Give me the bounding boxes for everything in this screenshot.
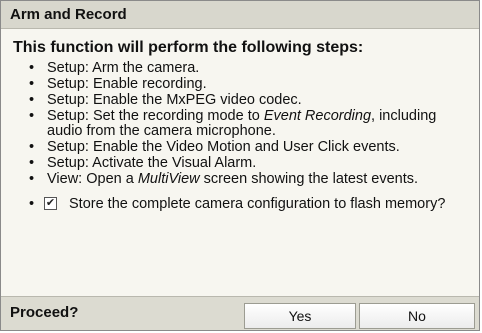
list-item: • Setup: Enable the Video Motion and Use… — [29, 139, 467, 155]
bullet-icon: • — [29, 76, 35, 92]
store-config-option: • ✔ Store the complete camera configurat… — [13, 196, 467, 212]
bullet-icon: • — [29, 92, 35, 108]
list-item: • Setup: Set the recording mode to Event… — [29, 108, 467, 139]
bullet-icon: • — [29, 155, 35, 171]
arm-and-record-dialog: Arm and Record This function will perfor… — [0, 0, 480, 331]
step-text: Setup: Enable recording. — [47, 76, 207, 92]
no-button[interactable]: No — [359, 303, 475, 329]
list-item: • Setup: Activate the Visual Alarm. — [29, 155, 467, 171]
bullet-icon: • — [29, 108, 35, 124]
store-config-checkbox[interactable]: ✔ — [44, 197, 57, 210]
step-text-prefix: View: Open a — [47, 171, 138, 187]
steps-list: • Setup: Arm the camera. • Setup: Enable… — [13, 61, 467, 187]
bullet-icon: • — [29, 139, 35, 155]
step-text-emphasis: MultiView — [137, 171, 200, 187]
list-item: • Setup: Arm the camera. — [29, 60, 467, 76]
proceed-label: Proceed? — [10, 304, 79, 321]
store-config-label: Store the complete camera configuration … — [69, 196, 446, 212]
steps-heading: This function will perform the following… — [13, 39, 364, 56]
step-text-emphasis: Event Recording — [263, 108, 372, 124]
yes-button[interactable]: Yes — [244, 303, 356, 329]
step-text: Setup: Activate the Visual Alarm. — [47, 155, 257, 171]
dialog-footer: Proceed? Yes No — [1, 296, 479, 330]
list-item: • View: Open a MultiView screen showing … — [29, 171, 467, 187]
list-item: • Setup: Enable the MxPEG video codec. — [29, 92, 467, 108]
step-text: Setup: Enable the Video Motion and User … — [47, 139, 400, 155]
dialog-title: Arm and Record — [1, 1, 479, 29]
bullet-icon: • — [29, 171, 35, 187]
step-text-prefix: Setup: Set the recording mode to — [47, 108, 264, 124]
bullet-icon: • — [29, 60, 35, 76]
list-item: • Setup: Enable recording. — [29, 76, 467, 92]
step-text: Setup: Arm the camera. — [47, 60, 200, 76]
dialog-content: This function will perform the following… — [1, 29, 479, 296]
step-text-suffix: screen showing the latest events. — [199, 171, 419, 187]
bullet-icon: • — [29, 196, 35, 212]
step-text: Setup: Enable the MxPEG video codec. — [47, 92, 302, 108]
